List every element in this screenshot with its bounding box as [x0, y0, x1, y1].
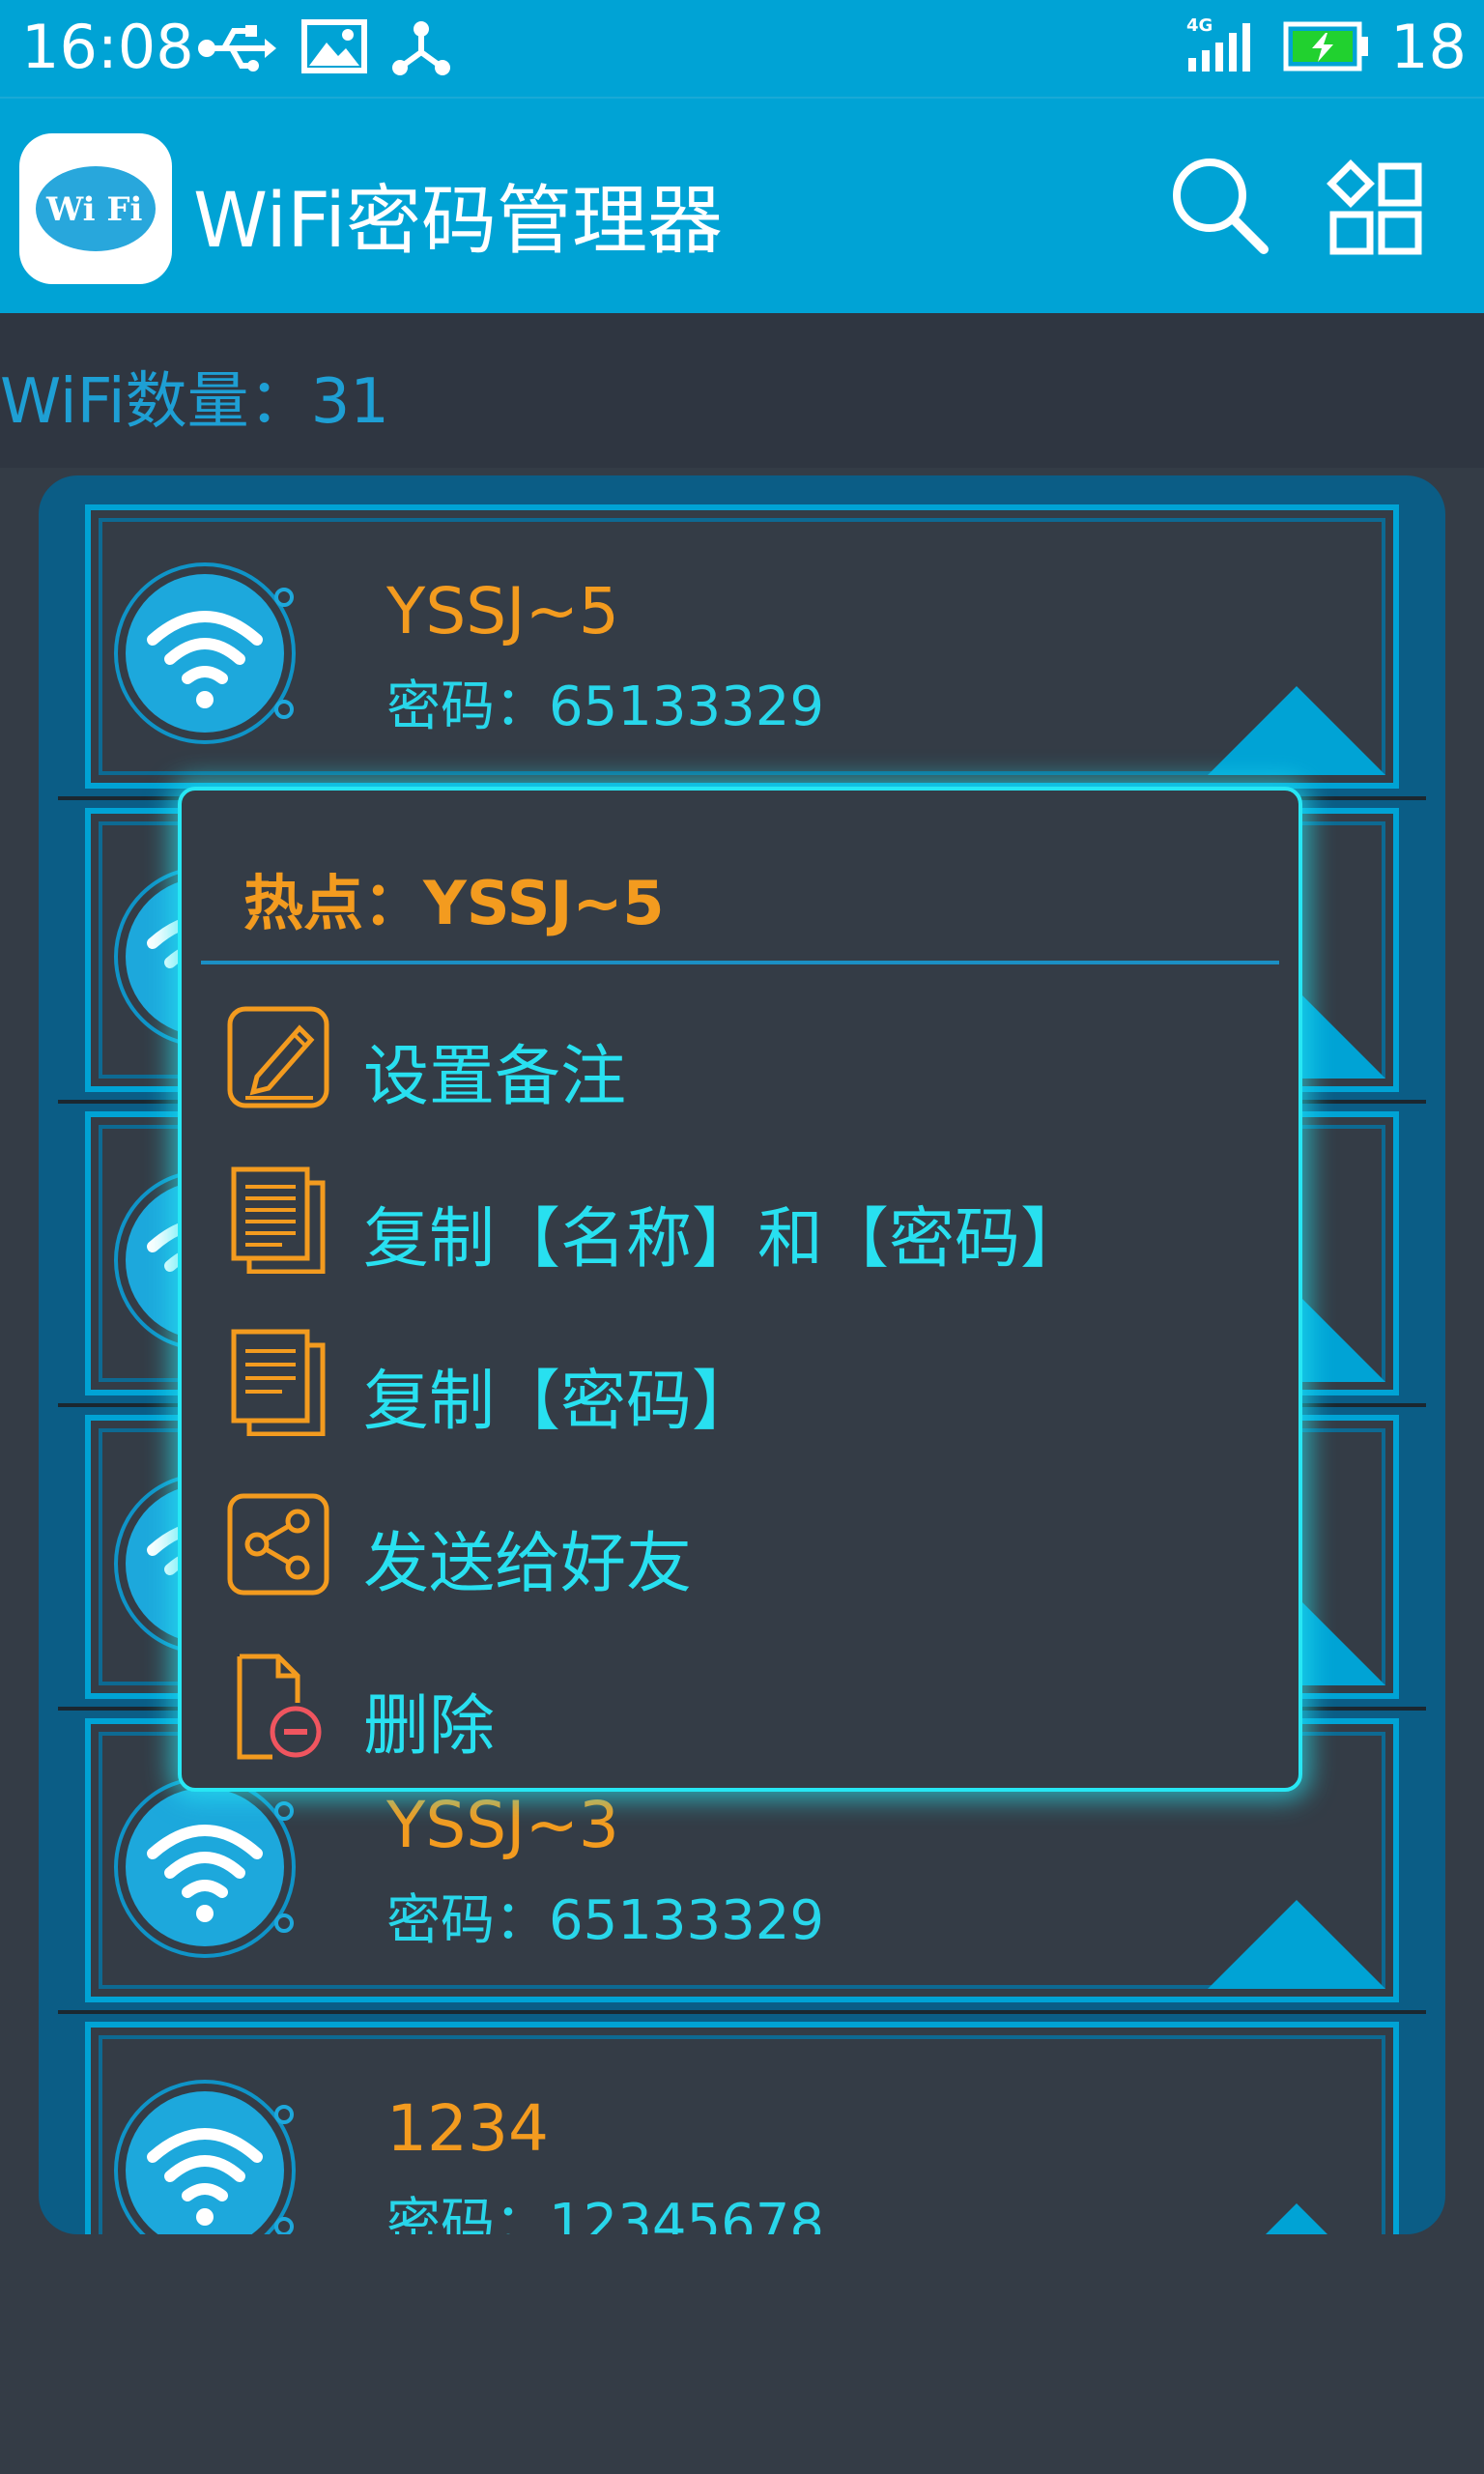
app-logo: Wi Fi	[19, 133, 172, 284]
wifi-password: 密码：65133329	[386, 676, 825, 738]
image-icon	[301, 19, 367, 73]
grid-menu-icon[interactable]	[1326, 158, 1426, 255]
menu-item-label: 发送给好友	[363, 1526, 693, 1602]
share-nodes-icon	[392, 21, 450, 75]
list-item[interactable]: YSSJ~5 密码：65133329	[85, 504, 1399, 789]
copy-document-icon	[231, 1166, 326, 1274]
menu-item-label: 复制【密码】	[363, 1364, 758, 1440]
wifi-name: YSSJ~3	[386, 1788, 619, 1862]
share-icon	[227, 1493, 329, 1596]
signal-icon: 4G	[1186, 15, 1250, 72]
wifi-count: WiFi数量：31	[0, 366, 390, 438]
menu-item-send-to-friend[interactable]: 发送给好友	[182, 1463, 1302, 1625]
expand-corner-icon[interactable]	[1208, 1900, 1385, 1989]
menu-item-set-note[interactable]: 设置备注	[182, 976, 1302, 1138]
dialog-divider	[201, 961, 1279, 964]
dialog-title: 热点：YSSJ~5	[243, 868, 665, 938]
wifi-name: YSSJ~5	[386, 574, 619, 648]
menu-item-copy-password[interactable]: 复制【密码】	[182, 1301, 1302, 1463]
menu-item-label: 复制【名称】和【密码】	[363, 1201, 1087, 1278]
status-time: 16:08	[21, 12, 194, 82]
menu-item-copy-name-password[interactable]: 复制【名称】和【密码】	[182, 1138, 1302, 1301]
wifi-icon	[114, 562, 296, 744]
battery-charging-icon	[1283, 21, 1368, 72]
usb-icon	[198, 25, 276, 72]
network-type: 4G	[1186, 15, 1213, 36]
delete-file-icon	[237, 1654, 322, 1760]
copy-document-icon	[231, 1329, 326, 1436]
list-separator	[58, 2010, 1426, 2014]
app-bar: Wi Fi WiFi密码管理器	[0, 97, 1484, 313]
list-item[interactable]: 1234 密码：12345678	[85, 2022, 1399, 2234]
wifi-password: 密码：12345678	[386, 2193, 825, 2234]
wifi-password: 密码：65133329	[386, 1889, 825, 1952]
app-title: WiFi密码管理器	[193, 178, 723, 265]
wifi-icon	[114, 1776, 296, 1958]
menu-item-label: 设置备注	[363, 1039, 627, 1115]
battery-percentage: 18	[1390, 12, 1467, 82]
menu-item-delete[interactable]: 删除	[182, 1625, 1302, 1788]
expand-corner-icon[interactable]	[1208, 686, 1385, 775]
logo-text: Wi Fi	[45, 190, 142, 229]
edit-note-icon	[227, 1006, 329, 1108]
menu-item-label: 删除	[363, 1688, 496, 1765]
wifi-icon	[114, 2080, 296, 2234]
expand-corner-icon[interactable]	[1208, 2203, 1385, 2234]
search-icon[interactable]	[1169, 155, 1270, 255]
status-bar: 16:08 4G 18	[0, 0, 1484, 97]
wifi-name: 1234	[386, 2091, 549, 2166]
hotspot-context-dialog: 热点：YSSJ~5 设置备注 复制【名称】和【密码】 复制【密码】 发送给好友 …	[178, 787, 1302, 1792]
wifi-count-bar: WiFi数量：31	[0, 313, 1484, 468]
